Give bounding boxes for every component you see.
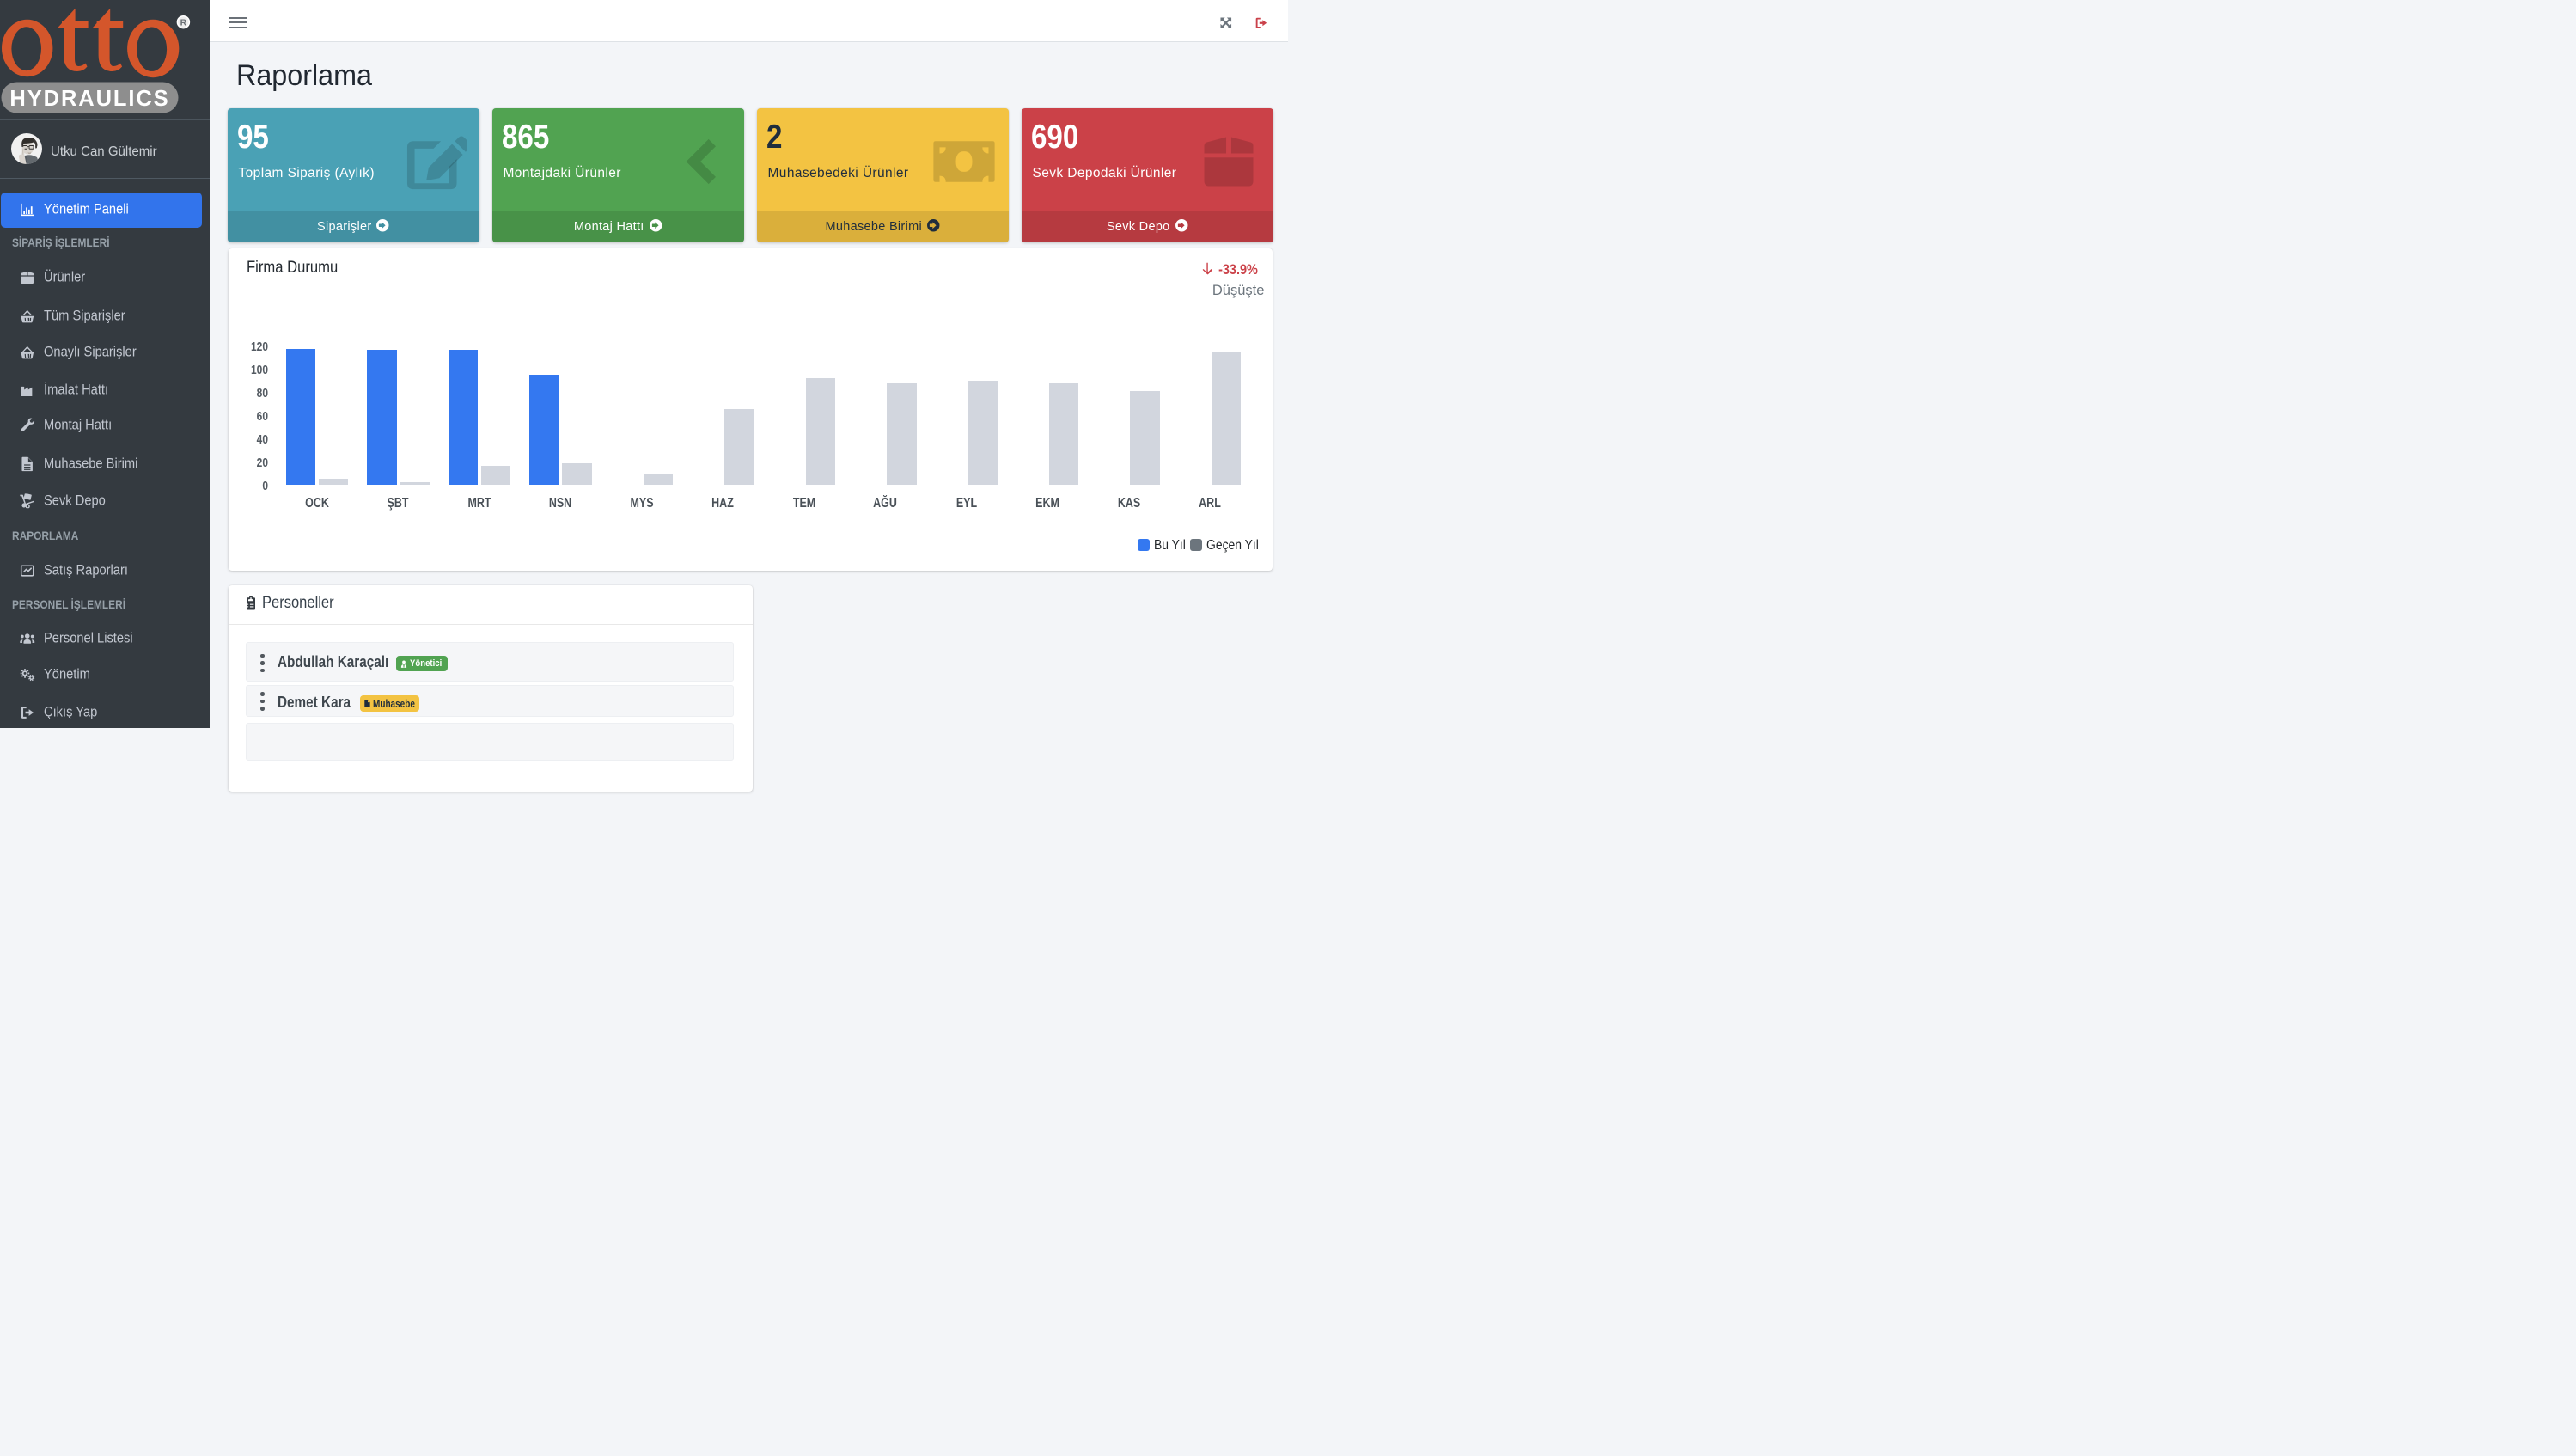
svg-text:R: R xyxy=(180,18,187,28)
svg-text:HYDRAULICS: HYDRAULICS xyxy=(9,87,169,111)
